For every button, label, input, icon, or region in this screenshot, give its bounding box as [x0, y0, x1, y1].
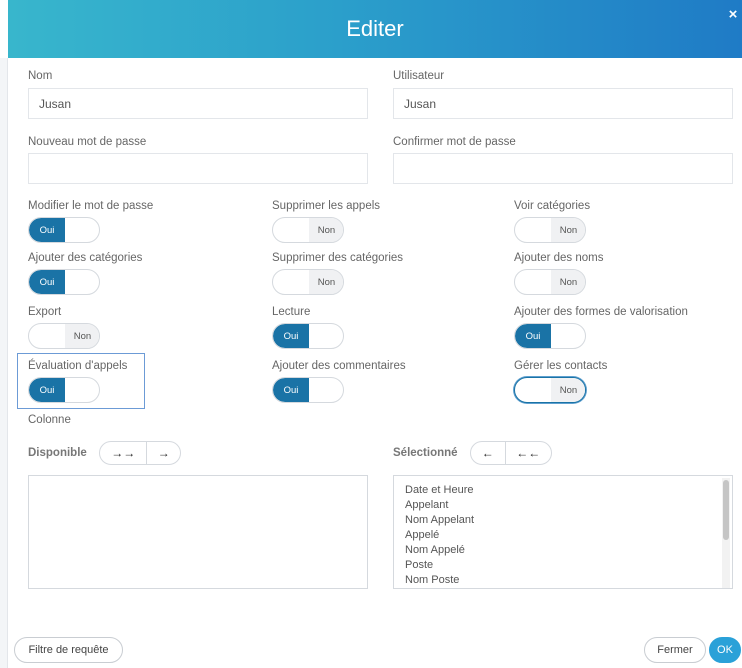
- toggle-label-lecture: Lecture: [272, 306, 311, 318]
- selected-controls: ← ←←: [470, 441, 552, 465]
- toggle-label-modifier-le-mot-de-passe: Modifier le mot de passe: [28, 200, 154, 212]
- toggle-supprimer-des-categories[interactable]: Non: [272, 269, 344, 295]
- toggle-state-off: Non: [309, 270, 343, 294]
- toggle-supprimer-les-appels[interactable]: Non: [272, 217, 344, 243]
- toggle-state-off: Non: [309, 218, 343, 242]
- close-button[interactable]: Fermer: [644, 637, 706, 663]
- dialog-title: Editer: [346, 16, 404, 41]
- add-one-button[interactable]: →: [146, 442, 180, 464]
- toggle-ajouter-des-formes-de-valorisation[interactable]: Oui: [514, 323, 586, 349]
- toggle-ajouter-des-noms[interactable]: Non: [514, 269, 586, 295]
- toggle-label-gerer-les-contacts: Gérer les contacts: [514, 360, 608, 372]
- list-item[interactable]: Appelé: [405, 528, 474, 543]
- toggle-gerer-les-contacts[interactable]: Non: [514, 377, 586, 403]
- close-icon[interactable]: ×: [726, 7, 740, 22]
- toggle-ajouter-des-commentaires[interactable]: Oui: [272, 377, 344, 403]
- toggle-state-on: Oui: [273, 324, 309, 348]
- toggle-label-ajouter-des-formes-de-valorisation: Ajouter des formes de valorisation: [514, 306, 688, 318]
- toggle-state-off: Non: [551, 270, 585, 294]
- list-item[interactable]: Date et Heure: [405, 483, 474, 498]
- toggle-state-on: Oui: [273, 378, 309, 402]
- remove-all-button[interactable]: ←←: [504, 442, 551, 464]
- dialog-header: Editer ×: [8, 0, 742, 58]
- disponible-label: Disponible: [28, 447, 87, 459]
- utilisateur-label: Utilisateur: [393, 70, 445, 82]
- toggle-state-on: Oui: [29, 270, 65, 294]
- list-item[interactable]: Nom Appelé: [405, 543, 474, 558]
- nom-label: Nom: [28, 70, 53, 82]
- selected-items: Date et Heure Appelant Nom Appelant Appelé N…: [405, 483, 474, 588]
- utilisateur-field[interactable]: Jusan: [393, 88, 733, 119]
- toggle-voir-categories[interactable]: Non: [514, 217, 586, 243]
- toggle-label-ajouter-des-noms: Ajouter des noms: [514, 252, 604, 264]
- nom-field[interactable]: Jusan: [28, 88, 368, 119]
- toggle-state-on: Oui: [515, 324, 551, 348]
- add-all-button[interactable]: →→: [100, 442, 146, 464]
- toggle-ajouter-des-categories[interactable]: Oui: [28, 269, 100, 295]
- toggle-label-voir-categories: Voir catégories: [514, 200, 591, 212]
- list-item[interactable]: Appelant: [405, 498, 474, 513]
- filter-query-button[interactable]: Filtre de requête: [14, 637, 123, 663]
- confirmer-mdp-label: Confirmer mot de passe: [393, 136, 516, 148]
- page-edge: [0, 58, 8, 668]
- toggle-label-supprimer-les-appels: Supprimer les appels: [272, 200, 381, 212]
- toggle-label-supprimer-des-categories: Supprimer des catégories: [272, 252, 404, 264]
- scrollbar[interactable]: [722, 478, 730, 588]
- toggle-state-on: Oui: [29, 218, 65, 242]
- toggle-state-off: Non: [65, 324, 99, 348]
- selected-list[interactable]: Date et Heure Appelant Nom Appelant Appelé N…: [393, 475, 733, 589]
- toggle-state-off: Non: [551, 378, 585, 402]
- toggle-label-export: Export: [28, 306, 62, 318]
- nouveau-mdp-label: Nouveau mot de passe: [28, 136, 147, 148]
- list-item[interactable]: Poste: [405, 558, 474, 573]
- list-item[interactable]: Nom Poste: [405, 573, 474, 588]
- available-controls: →→ →: [99, 441, 181, 465]
- toggle-label-ajouter-des-categories: Ajouter des catégories: [28, 252, 143, 264]
- scroll-thumb[interactable]: [723, 480, 729, 540]
- available-list[interactable]: [28, 475, 368, 589]
- toggle-modifier-le-mot-de-passe[interactable]: Oui: [28, 217, 100, 243]
- remove-one-button[interactable]: ←: [471, 442, 505, 464]
- nouveau-mdp-field[interactable]: [28, 153, 368, 184]
- toggle-state-off: Non: [551, 218, 585, 242]
- colonne-heading: Colonne: [28, 414, 71, 426]
- list-item[interactable]: Nom Appelant: [405, 513, 474, 528]
- ok-button[interactable]: OK: [709, 637, 741, 663]
- focus-highlight: [17, 353, 145, 409]
- toggle-label-ajouter-des-commentaires: Ajouter des commentaires: [272, 360, 406, 372]
- confirmer-mdp-field[interactable]: [393, 153, 733, 184]
- toggle-lecture[interactable]: Oui: [272, 323, 344, 349]
- selectionne-label: Sélectionné: [393, 447, 458, 459]
- toggle-export[interactable]: Non: [28, 323, 100, 349]
